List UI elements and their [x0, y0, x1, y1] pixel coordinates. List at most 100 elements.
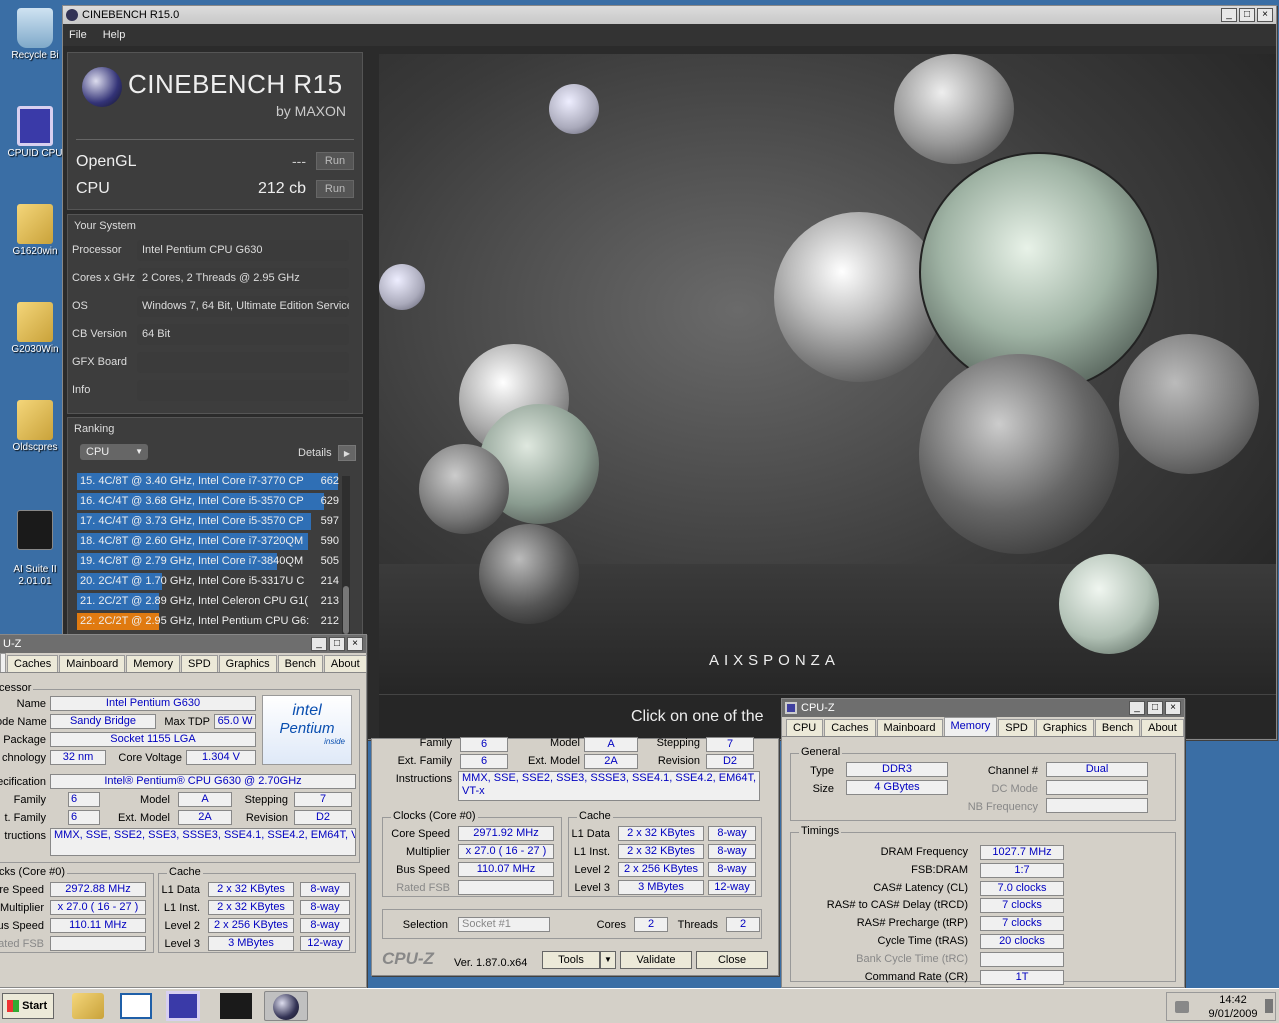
- tab-bench[interactable]: Bench: [277, 655, 323, 672]
- clock-time[interactable]: 14:42: [1203, 994, 1263, 1006]
- timing-value: 20 clocks: [980, 934, 1064, 949]
- threads-value: 2: [726, 917, 760, 932]
- l1-inst-value: 2 x 32 KBytes: [208, 900, 294, 915]
- menu-help[interactable]: Help: [103, 29, 126, 41]
- show-desktop-icon[interactable]: [1265, 999, 1273, 1013]
- tab-mainboard[interactable]: Mainboard: [59, 655, 126, 672]
- taskbar-ai-suite-icon[interactable]: [220, 993, 252, 1019]
- intel-logo-bottom: inside: [324, 737, 345, 746]
- taskbar-cpuz-icon[interactable]: [166, 991, 200, 1021]
- ranking-row[interactable]: 16. 4C/4T @ 3.68 GHz, Intel Core i5-3570…: [77, 492, 343, 511]
- cpuz3-titlebar[interactable]: CPU-Z _ □ ×: [782, 699, 1184, 717]
- desktop-icon-recycle-bin[interactable]: Recycle Bi: [0, 8, 70, 62]
- tab-caches[interactable]: Caches: [7, 655, 59, 672]
- render-sphere: [479, 524, 579, 624]
- ranking-label: 21. 2C/2T @ 2.89 GHz, Intel Celeron CPU …: [80, 595, 309, 607]
- system-value: Windows 7, 64 Bit, Ultimate Edition Serv…: [137, 296, 349, 317]
- network-warning-icon[interactable]: [1175, 1001, 1189, 1013]
- system-value: 2 Cores, 2 Threads @ 2.95 GHz: [137, 268, 349, 289]
- revision-value: D2: [706, 754, 754, 769]
- system-value[interactable]: [137, 380, 349, 401]
- window-title: CINEBENCH R15.0: [82, 9, 180, 21]
- tab-memory[interactable]: Memory: [126, 655, 181, 672]
- ranking-row[interactable]: 19. 4C/8T @ 2.79 GHz, Intel Core i7-3840…: [77, 552, 343, 571]
- ranking-scrollbar[interactable]: [342, 476, 350, 636]
- taskbar-window-icon[interactable]: [120, 993, 152, 1019]
- tab-mainboard[interactable]: Mainboard: [876, 719, 943, 736]
- tab-spd[interactable]: SPD: [181, 655, 218, 672]
- tab-about[interactable]: About: [323, 655, 367, 672]
- cpu-run-button[interactable]: Run: [316, 180, 354, 198]
- selection-dropdown[interactable]: Socket #1: [458, 917, 550, 932]
- close-button[interactable]: ×: [1257, 8, 1273, 22]
- ranking-row[interactable]: 18. 4C/8T @ 2.60 GHz, Intel Core i7-3720…: [77, 532, 343, 551]
- cinebench-logo-text: CINEBENCH R15: [128, 69, 343, 99]
- tools-dropdown-button[interactable]: ▼: [600, 951, 616, 969]
- tab-spd[interactable]: SPD: [998, 719, 1035, 736]
- desktop-icon-label: AI Suite II 2.01.01: [13, 564, 57, 587]
- l1-inst-label: L1 Inst.: [573, 846, 610, 858]
- close-button[interactable]: ×: [1165, 701, 1181, 715]
- ranking-row[interactable]: 15. 4C/8T @ 3.40 GHz, Intel Core i7-3770…: [77, 472, 343, 491]
- recycle-bin-icon: [17, 8, 53, 48]
- cache-title: Cache: [167, 866, 203, 878]
- timing-label: Bank Cycle Time (tRC): [856, 952, 968, 965]
- desktop-icon-ai-suite[interactable]: AI Suite II 2.01.01: [0, 498, 70, 588]
- maximize-button[interactable]: □: [1147, 701, 1163, 715]
- minimize-button[interactable]: _: [311, 637, 327, 651]
- tab-cpu[interactable]: CPU: [786, 719, 824, 736]
- family-label: Family: [13, 794, 46, 806]
- tab-bench[interactable]: Bench: [1094, 719, 1141, 736]
- tab-cpu[interactable]: [0, 653, 6, 672]
- system-value[interactable]: [137, 352, 349, 373]
- cores-label: Cores: [596, 919, 626, 931]
- ranking-select[interactable]: CPU ▼: [80, 444, 148, 460]
- close-app-button[interactable]: Close: [696, 951, 768, 969]
- ext-family-label: Ext. Family: [397, 755, 452, 767]
- system-row-info: Info: [67, 380, 351, 402]
- start-button[interactable]: Start: [2, 993, 54, 1019]
- close-button[interactable]: ×: [347, 637, 363, 651]
- tab-memory[interactable]: Memory: [943, 717, 998, 736]
- ranking-row[interactable]: 21. 2C/2T @ 2.89 GHz, Intel Celeron CPU …: [77, 592, 343, 611]
- clock-date[interactable]: 9/01/2009: [1199, 1008, 1267, 1020]
- ranking-row[interactable]: 20. 2C/4T @ 1.70 GHz, Intel Core i5-3317…: [77, 572, 343, 591]
- desktop-icon-cpuid[interactable]: CPUID CPU: [0, 106, 70, 160]
- revision-label: Revision: [657, 755, 700, 767]
- render-viewport[interactable]: AIXSPONZA: [379, 54, 1276, 694]
- desktop-icon-g1620[interactable]: G1620win: [0, 204, 70, 258]
- specification-value: Intel® Pentium® CPU G630 @ 2.70GHz: [50, 774, 356, 789]
- validate-button[interactable]: Validate: [620, 951, 692, 969]
- maximize-button[interactable]: □: [329, 637, 345, 651]
- details-button[interactable]: ▶: [338, 445, 356, 461]
- taskbar-explorer-icon[interactable]: [72, 993, 104, 1019]
- desktop-icon-oldscpres[interactable]: Oldscpres: [0, 400, 70, 454]
- level3-value: 3 MBytes: [208, 936, 294, 951]
- minimize-button[interactable]: _: [1129, 701, 1145, 715]
- cpuz1-titlebar[interactable]: U-Z _ □ ×: [0, 635, 366, 653]
- scrollbar-thumb[interactable]: [343, 586, 349, 634]
- timing-label: DRAM Frequency: [880, 846, 968, 858]
- tab-graphics[interactable]: Graphics: [1035, 719, 1094, 736]
- render-sphere: [549, 84, 599, 134]
- cpuz-window-2: Family 6 Model A Stepping 7 Ext. Family …: [371, 737, 779, 976]
- opengl-run-button[interactable]: Run: [316, 152, 354, 170]
- ranking-row[interactable]: 22. 2C/2T @ 2.95 GHz, Intel Pentium CPU …: [77, 612, 343, 631]
- menu-file[interactable]: File: [69, 29, 87, 41]
- menu-bar: File Help: [63, 24, 1276, 46]
- ranking-row[interactable]: 17. 4C/4T @ 3.73 GHz, Intel Core i5-3570…: [77, 512, 343, 531]
- code-name-label: ode Name: [0, 716, 47, 728]
- maximize-button[interactable]: □: [1239, 8, 1255, 22]
- code-name-value: Sandy Bridge: [50, 714, 156, 729]
- tab-about[interactable]: About: [1141, 719, 1184, 736]
- desktop-icon-g2030[interactable]: G2030Win: [0, 302, 70, 356]
- ranking-label: 16. 4C/4T @ 3.68 GHz, Intel Core i5-3570…: [80, 495, 304, 507]
- cinebench-titlebar[interactable]: CINEBENCH R15.0 _ □ ×: [63, 6, 1276, 24]
- taskbar-cinebench-icon[interactable]: [264, 991, 308, 1021]
- tab-caches[interactable]: Caches: [824, 719, 876, 736]
- minimize-button[interactable]: _: [1221, 8, 1237, 22]
- folder-icon: [17, 302, 53, 342]
- render-sphere: [774, 212, 944, 382]
- tab-graphics[interactable]: Graphics: [218, 655, 277, 672]
- tools-button[interactable]: Tools: [542, 951, 600, 969]
